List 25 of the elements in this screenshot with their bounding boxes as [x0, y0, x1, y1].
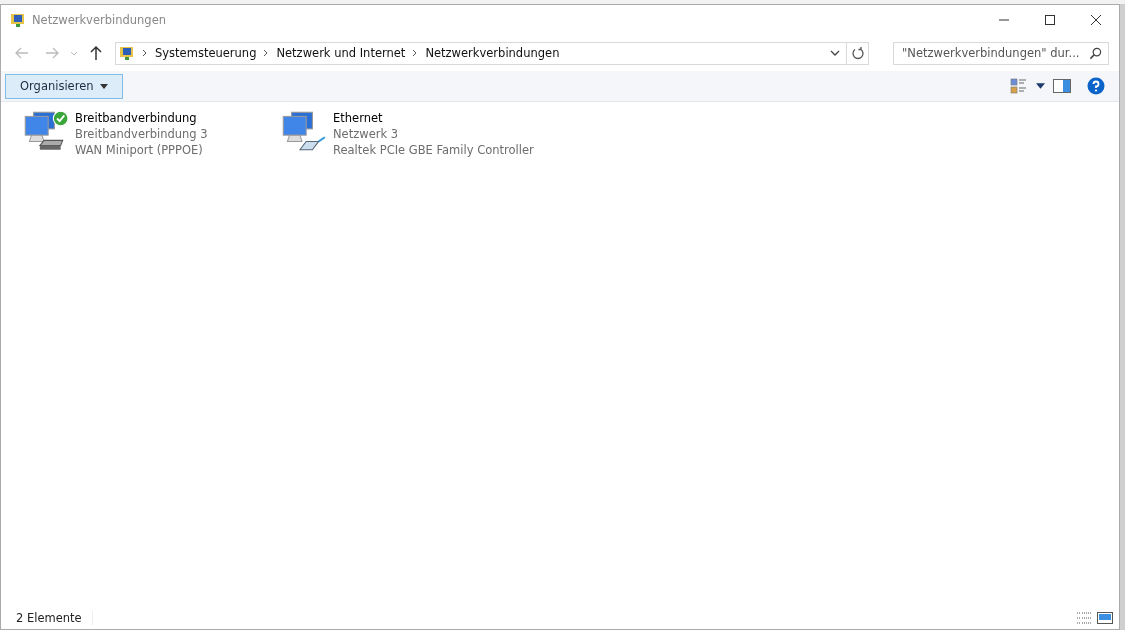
view-options-icon[interactable]: [1010, 78, 1028, 94]
network-folder-icon: [10, 12, 26, 28]
search-icon: [1089, 46, 1102, 60]
preview-pane-icon[interactable]: [1053, 78, 1071, 94]
caret-down-icon: [99, 83, 108, 89]
refresh-icon: [850, 46, 865, 60]
window-title: Netzwerkverbindungen: [32, 13, 167, 27]
help-icon[interactable]: [1087, 77, 1105, 95]
breadcrumb-item[interactable]: Netzwerk und Internet: [276, 46, 406, 60]
breadcrumb-item[interactable]: Systemsteuerung: [155, 46, 257, 60]
caret-down-icon[interactable]: [1036, 83, 1045, 89]
breadcrumb-item[interactable]: Netzwerkverbindungen: [425, 46, 560, 60]
organize-button[interactable]: Organisieren: [5, 73, 123, 99]
adapter-name: WAN Miniport (PPPOE): [75, 142, 204, 158]
adapter-name: Realtek PCIe GBE Family Controller: [333, 142, 534, 158]
connection-name: Ethernet: [333, 110, 384, 126]
large-icons-view-icon[interactable]: [1097, 611, 1113, 625]
search-field[interactable]: "Netzwerkverbindungen" dur...: [893, 41, 1109, 65]
network-name: Netzwerk 3: [333, 126, 400, 142]
network-folder-icon: [119, 45, 135, 61]
item-count: 2 Elemente: [16, 611, 93, 625]
connection-name: Breitbandverbindung: [75, 110, 198, 126]
chevron-right-icon: [141, 48, 149, 58]
address-bar[interactable]: Systemsteuerung Netzwerk und Internet Netzwerkverbindungen: [115, 41, 869, 65]
network-name: Breitbandverbindung 3: [75, 126, 208, 142]
